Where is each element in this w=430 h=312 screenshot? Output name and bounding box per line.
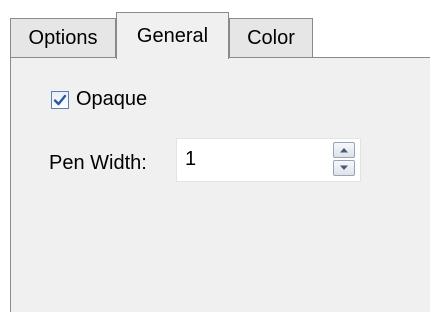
opaque-checkbox-row[interactable]: Opaque xyxy=(51,88,147,111)
checkmark-icon xyxy=(53,94,67,105)
properties-window: Options General Color Opaque Pen Width: xyxy=(0,0,430,312)
spin-up-button[interactable] xyxy=(333,142,355,158)
tab-general-label: General xyxy=(136,24,209,47)
opaque-checkbox[interactable] xyxy=(51,90,69,109)
tab-strip: Options General Color xyxy=(10,12,430,59)
tab-options[interactable]: Options xyxy=(10,18,116,58)
tab-general[interactable]: General xyxy=(116,12,229,59)
tab-color[interactable]: Color xyxy=(229,18,313,58)
spin-up-arrow-icon xyxy=(340,148,348,153)
pen-width-label: Pen Width: xyxy=(49,152,147,174)
pen-width-input[interactable] xyxy=(185,143,305,175)
general-tab-panel: Opaque Pen Width: xyxy=(10,57,430,312)
opaque-label: Opaque xyxy=(76,88,148,110)
tab-options-label: Options xyxy=(28,27,98,49)
pen-width-spinner xyxy=(176,138,361,182)
spin-down-button[interactable] xyxy=(333,160,355,176)
tab-color-label: Color xyxy=(247,27,295,49)
spin-down-arrow-icon xyxy=(340,165,348,170)
